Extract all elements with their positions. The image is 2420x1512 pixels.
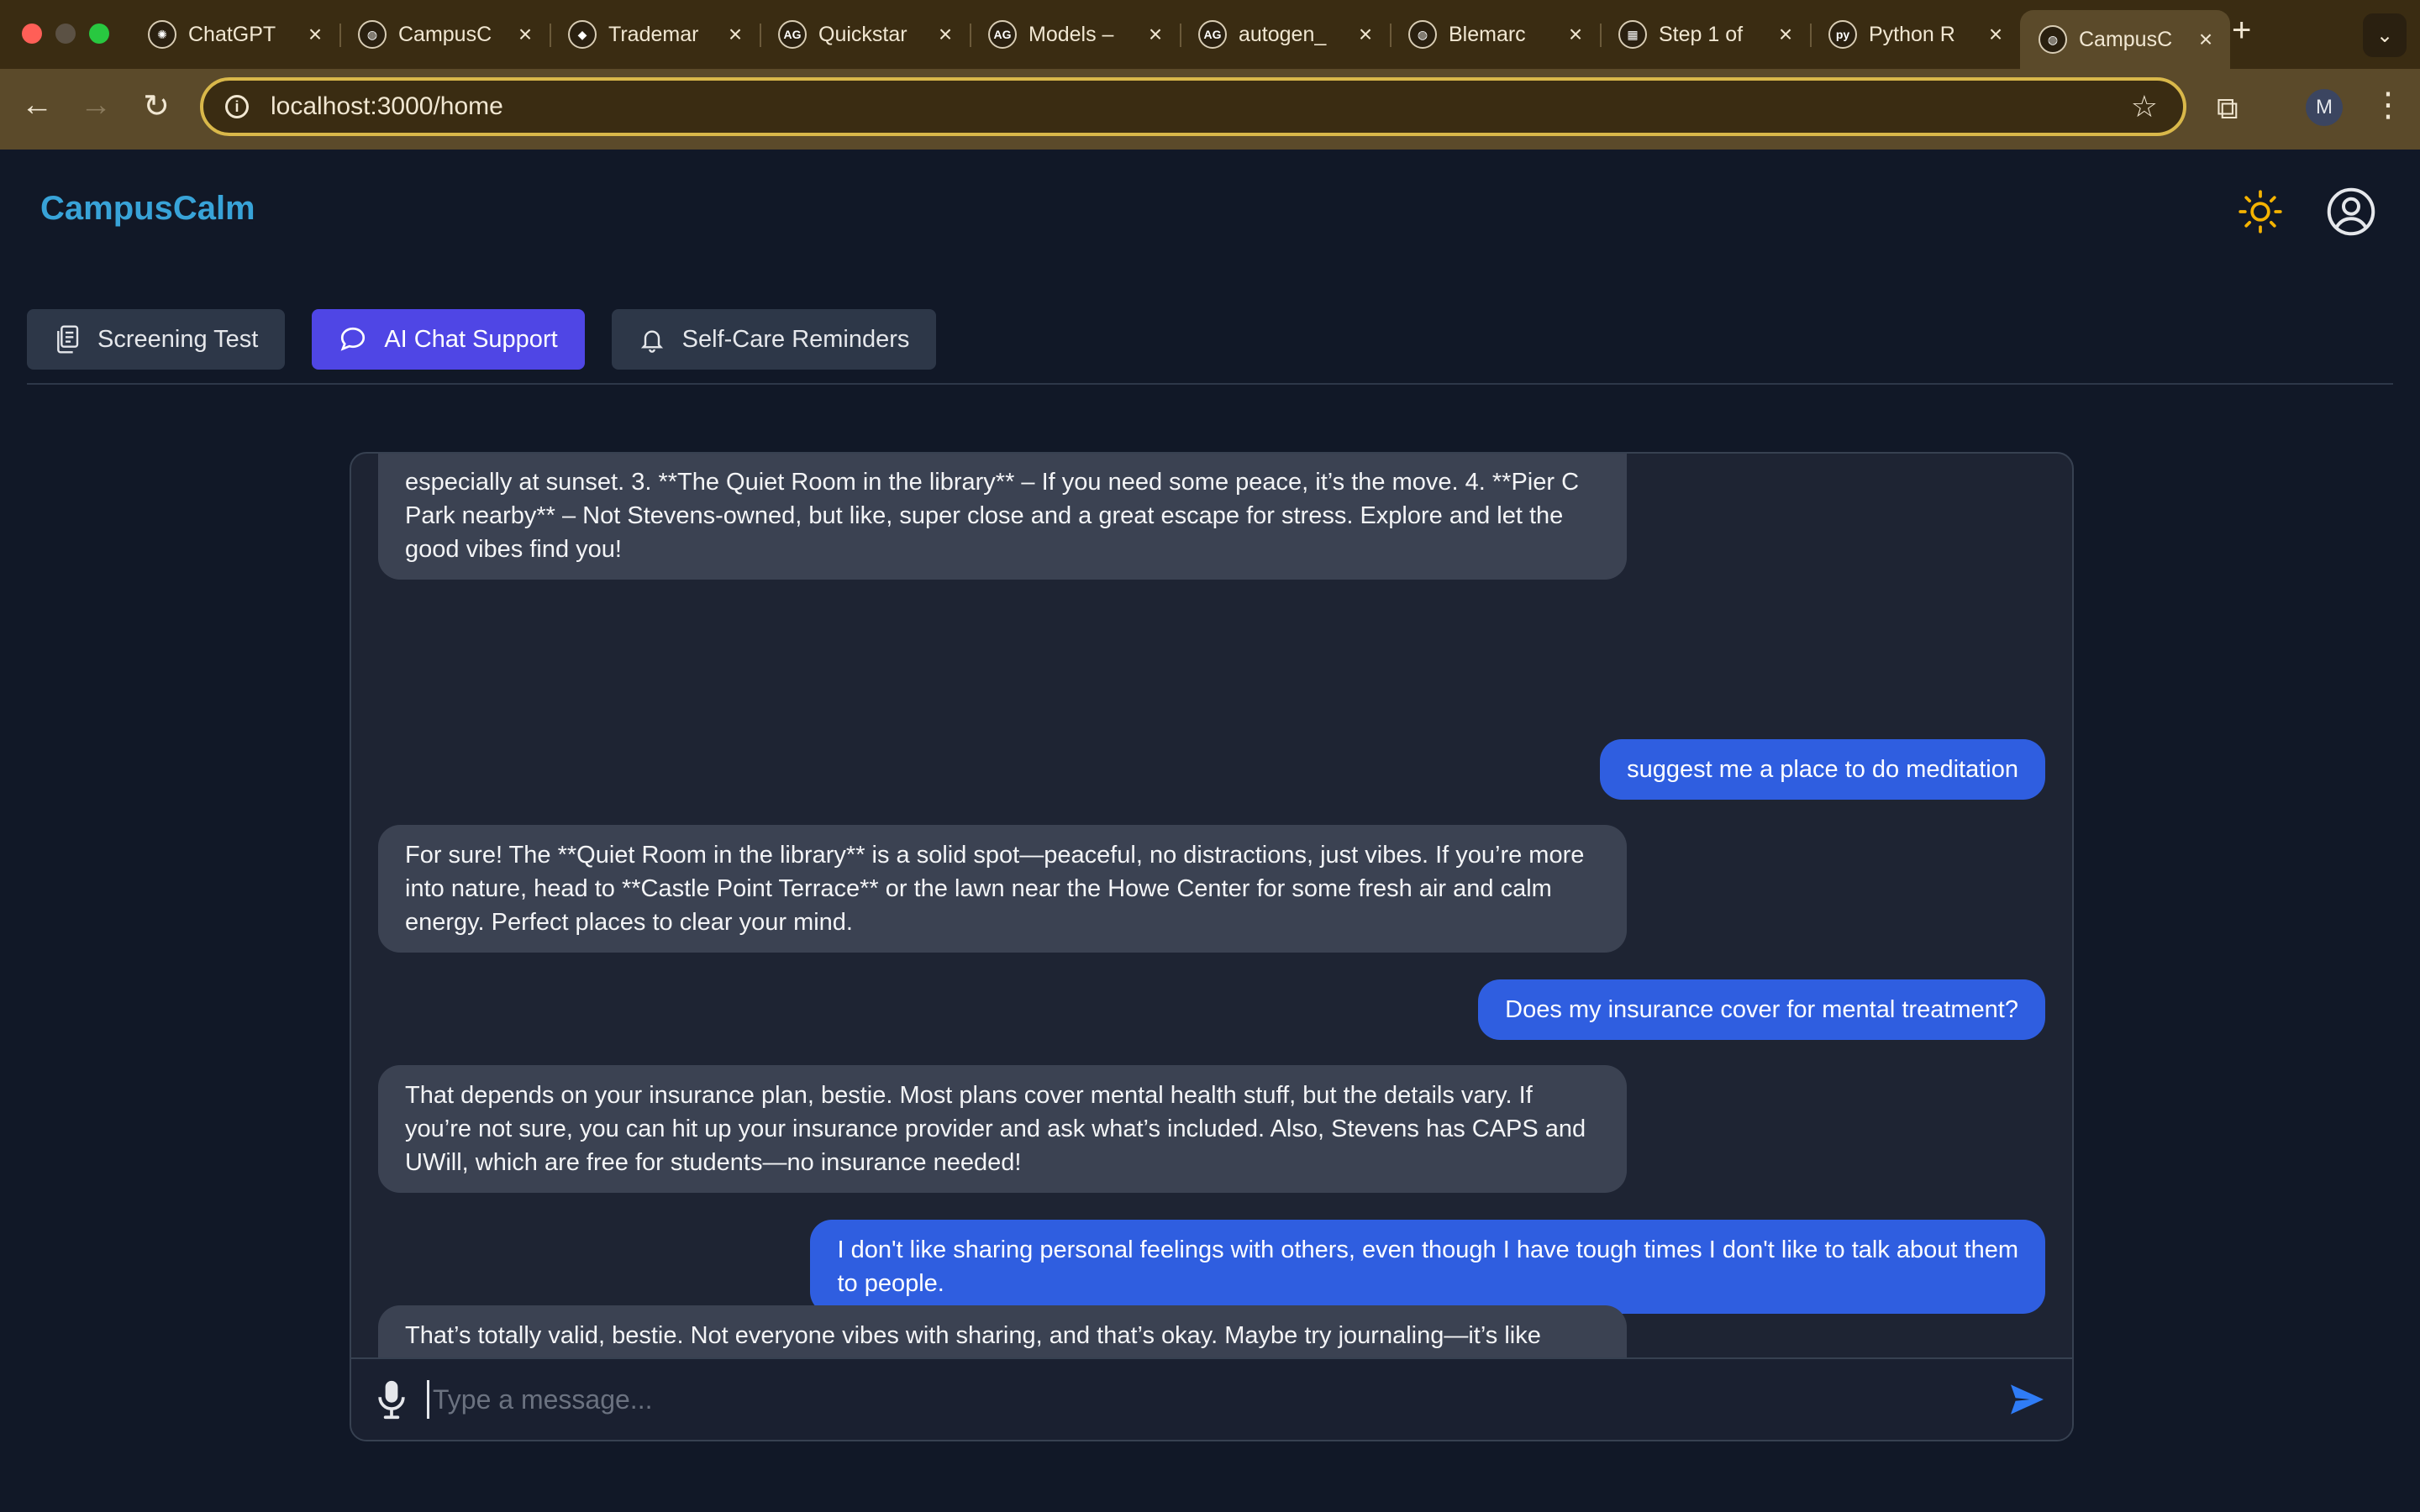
close-tab-icon[interactable]: ×	[1773, 21, 1798, 48]
url-text[interactable]: localhost:3000/home	[271, 92, 2131, 121]
openai-icon: ✺	[148, 20, 176, 49]
assistant-message: For sure! The **Quiet Room in the librar…	[378, 825, 1627, 953]
browser-tab-title: Step 1 of	[1659, 22, 1744, 46]
brand-logo[interactable]: CampusCalm	[40, 190, 255, 228]
message-line: into nature, head to **Castle Point Terr…	[405, 875, 1552, 902]
address-bar[interactable]: i localhost:3000/home ☆	[200, 77, 2186, 136]
reload-button[interactable]: ↻	[136, 87, 176, 125]
send-icon[interactable]	[2007, 1379, 2047, 1420]
browser-tab-title: Blemarc	[1449, 22, 1526, 46]
browser-tab-title: Models –	[1028, 22, 1114, 46]
app-root: CampusCalm Screening Test AI Chat Suppor…	[0, 150, 2420, 1512]
clipboard-icon	[57, 325, 79, 354]
assistant-message: especially at sunset. 3. **The Quiet Roo…	[378, 454, 1627, 580]
extensions-puzzle-icon[interactable]: ⧉	[2217, 91, 2238, 127]
browser-tab-strip: ✺ ChatGPT × ◍ CampusC × ◆ Trademar × AG Quickstar ×…	[0, 0, 2420, 69]
back-button[interactable]: ←	[17, 87, 57, 123]
browser-tab-title: Python R	[1869, 22, 1955, 46]
browser-tab-title: Trademar	[608, 22, 699, 46]
bookmark-star-icon[interactable]: ☆	[2131, 89, 2158, 124]
globe-icon: ◍	[1408, 20, 1437, 49]
forward-button[interactable]: →	[76, 87, 116, 123]
message-line: good vibes find you!	[405, 536, 622, 563]
user-message: Does my insurance cover for mental treat…	[1478, 979, 2045, 1040]
browser-tab[interactable]: ◍ CampusC ×	[2020, 10, 2230, 69]
close-window-button[interactable]	[22, 24, 42, 44]
browser-tab[interactable]: AG Quickstar ×	[760, 10, 971, 59]
close-tab-icon[interactable]: ×	[302, 21, 328, 48]
browser-tab[interactable]: AG autogen_ ×	[1180, 10, 1392, 59]
close-tab-icon[interactable]: ×	[1143, 21, 1168, 48]
tab-screening-test-label: Screening Test	[97, 325, 259, 353]
main-nav-tabs: Screening Test AI Chat Support Self-Care…	[27, 309, 937, 370]
browser-tab[interactable]: ◍ CampusC ×	[339, 10, 551, 59]
browser-tab[interactable]: ◍ Blemarc ×	[1390, 10, 1602, 59]
message-line: Park nearby** – Not Stevens-owned, but l…	[405, 502, 1564, 529]
profile-avatar[interactable]: M	[2306, 89, 2343, 126]
browser-tab-title: autogen_	[1239, 22, 1327, 46]
browser-tab-title: ChatGPT	[188, 22, 276, 46]
autogen-icon: AG	[1198, 20, 1227, 49]
theme-toggle-sun-icon[interactable]	[2237, 188, 2284, 235]
browser-toolbar: ← → ↻ i localhost:3000/home ☆ ⧉ M ⋮	[0, 69, 2420, 150]
chat-bubble-icon	[340, 327, 366, 351]
close-tab-icon[interactable]: ×	[723, 21, 748, 48]
python-icon: py	[1828, 20, 1857, 49]
browser-tab[interactable]: ▦ Step 1 of ×	[1600, 10, 1812, 59]
tab-search-button[interactable]: ⌄	[2363, 13, 2407, 57]
user-account-icon[interactable]	[2326, 186, 2376, 237]
tab-self-care-reminders-label: Self-Care Reminders	[681, 325, 910, 353]
message-line: you’re not sure, you can hit up your ins…	[405, 1116, 1586, 1142]
message-input[interactable]	[427, 1380, 2007, 1419]
new-tab-button[interactable]: +	[2232, 12, 2251, 50]
tab-self-care-reminders[interactable]: Self-Care Reminders	[611, 309, 937, 370]
microphone-icon[interactable]	[376, 1379, 407, 1420]
message-line: energy. Perfect places to clear your min…	[405, 909, 853, 936]
tab-screening-test[interactable]: Screening Test	[27, 309, 286, 370]
user-message: suggest me a place to do meditation	[1600, 739, 2045, 800]
assistant-message: That depends on your insurance plan, bes…	[378, 1065, 1627, 1193]
message-line: UWill, which are free for students—no in…	[405, 1149, 1022, 1176]
zoom-window-button[interactable]	[89, 24, 109, 44]
message-line: That’s totally valid, bestie. Not everyo…	[405, 1322, 1541, 1349]
autogen-icon: AG	[778, 20, 807, 49]
tabs-divider	[27, 383, 2393, 385]
browser-menu-icon[interactable]: ⋮	[2371, 86, 2405, 124]
browser-tab[interactable]: ◆ Trademar ×	[550, 10, 761, 59]
message-line: suggest me a place to do meditation	[1627, 756, 2018, 783]
browser-tab-title: CampusC	[2079, 27, 2173, 51]
close-tab-icon[interactable]: ×	[1563, 21, 1588, 48]
chat-panel: especially at sunset. 3. **The Quiet Roo…	[350, 452, 2074, 1441]
browser-tab-title: Quickstar	[818, 22, 908, 46]
steps-icon: ▦	[1618, 20, 1647, 49]
close-tab-icon[interactable]: ×	[933, 21, 958, 48]
close-tab-icon[interactable]: ×	[1983, 21, 2008, 48]
close-tab-icon[interactable]: ×	[1353, 21, 1378, 48]
close-tab-icon[interactable]: ×	[513, 21, 538, 48]
tab-ai-chat-support-label: AI Chat Support	[384, 325, 558, 353]
trademark-icon: ◆	[568, 20, 597, 49]
message-line: Does my insurance cover for mental treat…	[1505, 996, 2018, 1023]
message-list[interactable]: especially at sunset. 3. **The Quiet Roo…	[351, 454, 2072, 1376]
tab-ai-chat-support[interactable]: AI Chat Support	[312, 309, 585, 370]
user-message: I don't like sharing personal feelings w…	[810, 1220, 2045, 1314]
browser-tab[interactable]: ✺ ChatGPT ×	[129, 10, 341, 59]
minimize-window-button[interactable]	[55, 24, 76, 44]
message-line: That depends on your insurance plan, bes…	[405, 1082, 1533, 1109]
chat-input-bar	[351, 1357, 2072, 1440]
browser-tab[interactable]: py Python R ×	[1810, 10, 2022, 59]
message-line: especially at sunset. 3. **The Quiet Roo…	[405, 469, 1580, 496]
site-info-icon[interactable]: i	[225, 95, 249, 118]
browser-tab[interactable]: AG Models – ×	[970, 10, 1181, 59]
message-line: to people.	[837, 1270, 944, 1297]
globe-icon: ◍	[2039, 25, 2067, 54]
bell-icon	[640, 330, 663, 353]
autogen-icon: AG	[988, 20, 1017, 49]
globe-icon: ◍	[358, 20, 387, 49]
message-line: I don't like sharing personal feelings w…	[837, 1236, 2018, 1263]
close-tab-icon[interactable]: ×	[2193, 26, 2218, 53]
browser-tab-title: CampusC	[398, 22, 492, 46]
message-line: For sure! The **Quiet Room in the librar…	[405, 842, 1585, 869]
